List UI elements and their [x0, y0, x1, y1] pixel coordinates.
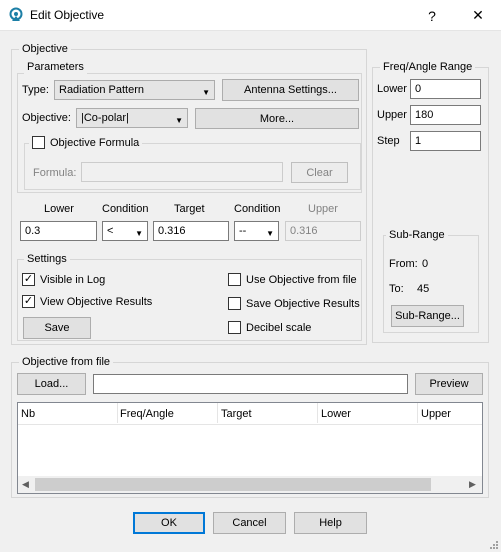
target-label: Target — [174, 203, 205, 215]
lower-input[interactable]: 0.3 — [20, 221, 97, 241]
view-results-label: View Objective Results — [40, 295, 153, 308]
type-label: Type: — [22, 84, 49, 96]
chevron-down-icon: ▼ — [175, 116, 183, 125]
condition-select[interactable]: < ▼ — [102, 221, 148, 241]
chevron-down-icon: ▼ — [202, 88, 210, 97]
save-results-row[interactable]: Save Objective Results — [228, 297, 360, 310]
condition2-select[interactable]: -- ▼ — [234, 221, 279, 241]
preview-button[interactable]: Preview — [415, 373, 483, 395]
subrange-from-value: 0 — [422, 258, 429, 270]
range-upper-label: Upper — [377, 109, 407, 121]
resize-grip-icon[interactable] — [488, 539, 499, 550]
decibel-label: Decibel scale — [246, 321, 312, 334]
use-from-file-checkbox[interactable] — [228, 273, 241, 286]
subrange-to-label: To: — [389, 283, 404, 295]
upper-label: Upper — [308, 203, 338, 215]
column-divider — [117, 403, 118, 423]
condition2-value: -- — [239, 225, 247, 237]
window-title: Edit Objective — [30, 8, 105, 22]
parameters-legend: Parameters — [24, 61, 87, 74]
ok-button[interactable]: OK — [133, 512, 205, 534]
objective-legend: Objective — [19, 43, 71, 56]
subrange-to-value: 45 — [417, 283, 430, 295]
subrange-button[interactable]: Sub-Range... — [391, 305, 464, 327]
objective-value: |Co-polar| — [81, 112, 129, 124]
range-step-input[interactable]: 1 — [410, 131, 481, 151]
decibel-checkbox[interactable] — [228, 321, 241, 334]
scroll-right-icon[interactable]: ▶ — [469, 479, 476, 490]
save-button[interactable]: Save — [23, 317, 91, 339]
use-from-file-row[interactable]: Use Objective from file — [228, 273, 357, 286]
scroll-left-icon[interactable]: ◀ — [22, 479, 29, 490]
subrange-from-label: From: — [389, 258, 418, 270]
formula-input — [81, 162, 283, 182]
freq-angle-legend: Freq/Angle Range — [380, 61, 476, 74]
condition2-label: Condition — [234, 203, 281, 215]
objective-select[interactable]: |Co-polar| ▼ — [76, 108, 188, 128]
range-lower-input[interactable]: 0 — [410, 79, 481, 99]
range-lower-label: Lower — [377, 83, 407, 95]
table-header: Nb Freq/Angle Target Lower Upper — [18, 403, 482, 425]
view-results-checkbox[interactable]: ✓ — [22, 295, 35, 308]
visible-in-log-row[interactable]: ✓ Visible in Log — [22, 273, 105, 286]
save-results-label: Save Objective Results — [246, 297, 360, 310]
column-header-nb[interactable]: Nb — [21, 408, 35, 420]
app-icon — [9, 7, 23, 21]
column-header-freq-angle[interactable]: Freq/Angle — [120, 408, 174, 420]
objective-table[interactable]: Nb Freq/Angle Target Lower Upper ◀ ▶ — [17, 402, 483, 494]
horizontal-scrollbar[interactable]: ◀ ▶ — [18, 476, 482, 493]
target-input[interactable]: 0.316 — [153, 221, 229, 241]
lower-label: Lower — [44, 203, 74, 215]
cancel-button[interactable]: Cancel — [213, 512, 286, 534]
title-bar: Edit Objective ? ✕ — [0, 0, 501, 31]
objective-formula-checkbox[interactable] — [32, 136, 45, 149]
chevron-down-icon: ▼ — [266, 229, 274, 238]
column-header-upper[interactable]: Upper — [421, 408, 451, 420]
clear-button: Clear — [291, 162, 348, 183]
column-divider — [217, 403, 218, 423]
condition-value: < — [107, 225, 114, 237]
range-upper-input[interactable]: 180 — [410, 105, 481, 125]
use-from-file-label: Use Objective from file — [246, 273, 357, 286]
formula-checkbox-row[interactable]: Objective Formula — [29, 136, 143, 149]
type-value: Radiation Pattern — [59, 84, 144, 96]
antenna-settings-button[interactable]: Antenna Settings... — [222, 79, 359, 101]
column-header-target[interactable]: Target — [221, 408, 252, 420]
type-select[interactable]: Radiation Pattern ▼ — [54, 80, 215, 100]
column-divider — [417, 403, 418, 423]
visible-in-log-label: Visible in Log — [40, 273, 106, 286]
close-button[interactable]: ✕ — [455, 0, 501, 31]
close-icon: ✕ — [472, 7, 484, 23]
column-divider — [317, 403, 318, 423]
visible-in-log-checkbox[interactable]: ✓ — [22, 273, 35, 286]
condition-label: Condition — [102, 203, 149, 215]
objective-label: Objective: — [22, 112, 71, 124]
column-header-lower[interactable]: Lower — [321, 408, 351, 420]
help-button[interactable]: Help — [294, 512, 367, 534]
load-button[interactable]: Load... — [17, 373, 86, 395]
chevron-down-icon: ▼ — [135, 229, 143, 238]
help-title-button[interactable]: ? — [409, 0, 455, 31]
objective-from-file-legend: Objective from file — [19, 356, 114, 369]
view-results-row[interactable]: ✓ View Objective Results — [22, 295, 152, 308]
scrollbar-thumb[interactable] — [35, 478, 431, 491]
help-icon: ? — [428, 7, 436, 24]
formula-label: Formula: — [33, 167, 77, 179]
objective-formula-label: Objective Formula — [50, 136, 140, 149]
save-results-checkbox[interactable] — [228, 297, 241, 310]
decibel-row[interactable]: Decibel scale — [228, 321, 311, 334]
subrange-legend: Sub-Range — [386, 229, 448, 242]
upper-input: 0.316 — [285, 221, 361, 241]
range-step-label: Step — [377, 135, 400, 147]
more-button[interactable]: More... — [195, 108, 359, 129]
settings-legend: Settings — [24, 253, 70, 266]
file-path-input[interactable] — [93, 374, 408, 394]
